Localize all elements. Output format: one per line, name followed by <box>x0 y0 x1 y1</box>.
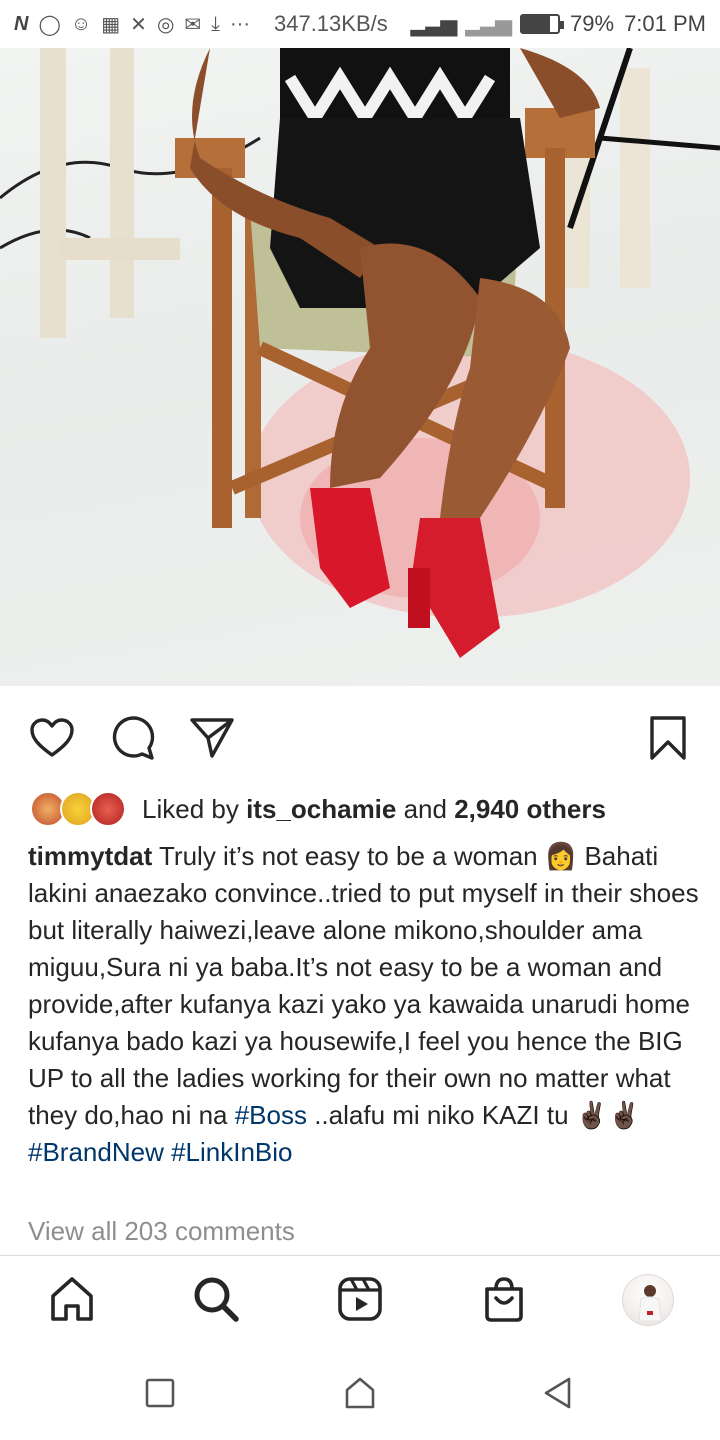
liked-by-user[interactable]: its_ochamie <box>246 794 396 824</box>
signal-icon: ▂▃▅ <box>410 11 457 36</box>
battery-icon <box>520 14 565 34</box>
view-all-comments-link[interactable]: View all 203 comments <box>28 1216 295 1247</box>
back-triangle-icon <box>544 1377 571 1409</box>
save-button[interactable] <box>644 714 692 762</box>
post-caption: timmytdat Truly it’s not easy to be a wo… <box>28 838 700 1171</box>
nav-profile-avatar[interactable] <box>622 1274 674 1326</box>
back-button[interactable] <box>540 1375 576 1411</box>
comment-icon <box>112 716 155 760</box>
nav-reels[interactable] <box>335 1274 385 1324</box>
caption-text: Truly it’s not easy to be a woman 👩 Baha… <box>28 841 699 1130</box>
nav-home[interactable] <box>47 1274 97 1324</box>
nav-shop[interactable] <box>479 1274 529 1324</box>
like-button[interactable] <box>28 714 76 762</box>
hashtag-brandnew[interactable]: #BrandNew <box>28 1137 164 1167</box>
likes-count[interactable]: 2,940 others <box>454 794 606 824</box>
signal-icon-2: ▂▃▅ <box>465 11 512 36</box>
profile-photo <box>638 1285 662 1322</box>
search-icon <box>194 1277 239 1322</box>
liked-by-and: and <box>396 793 455 824</box>
bookmark-icon <box>650 716 686 760</box>
more-notifications-icon: ··· <box>230 12 250 35</box>
hashtag-boss[interactable]: #Boss <box>235 1100 307 1130</box>
nav-search[interactable] <box>191 1274 241 1324</box>
post-photo-illustration <box>0 48 720 658</box>
mail-icon: ✉ <box>184 13 202 36</box>
recent-apps-button[interactable] <box>142 1375 178 1411</box>
status-bar: N ◯ ☺ ▦ ✕ ◎ ✉ ⤓ ··· 347.13KB/s ▂▃▅ ▂▃▅ 7… <box>0 0 720 48</box>
square-icon <box>145 1378 175 1408</box>
download-icon: ⤓ <box>211 12 220 35</box>
likes-row[interactable]: Liked by its_ochamie and 2,940 others <box>30 788 606 830</box>
x-icon: ✕ <box>130 13 147 36</box>
share-button[interactable] <box>188 714 236 762</box>
clock: 7:01 PM <box>624 11 706 36</box>
reels-icon <box>338 1277 382 1321</box>
liked-by-prefix: Liked by <box>142 793 247 824</box>
battery-percent: 79% <box>570 11 615 36</box>
home-button[interactable] <box>342 1375 378 1411</box>
avatar <box>90 791 126 827</box>
home-icon <box>51 1277 93 1321</box>
netflix-icon: N <box>14 12 29 35</box>
caption-username[interactable]: timmytdat <box>28 841 152 871</box>
shopping-bag-icon <box>485 1277 523 1322</box>
comment-button[interactable] <box>108 714 156 762</box>
likes-text: Liked by its_ochamie and 2,940 others <box>142 794 606 825</box>
caption-text-end: ..alafu mi niko KAZI tu ✌🏿✌🏿 <box>306 1100 641 1130</box>
heart-icon <box>30 718 74 757</box>
whatsapp-icon: ◯ <box>38 13 61 36</box>
hashtag-linkinbio[interactable]: #LinkInBio <box>171 1137 292 1167</box>
bottom-navigation <box>0 1255 720 1345</box>
system-navigation <box>0 1345 720 1440</box>
home-outline-icon <box>345 1377 375 1409</box>
post-actions <box>0 686 720 786</box>
image-icon: ▦ <box>101 13 121 36</box>
instagram-icon: ◎ <box>156 13 175 36</box>
liker-avatars <box>30 789 130 829</box>
messenger-icon: ☺ <box>70 12 92 35</box>
network-speed: 347.13KB/s <box>273 11 388 36</box>
send-icon <box>190 718 234 758</box>
post-image[interactable] <box>0 48 720 686</box>
notification-icons: N ◯ ☺ ▦ ✕ ◎ ✉ ⤓ ··· <box>14 12 250 37</box>
